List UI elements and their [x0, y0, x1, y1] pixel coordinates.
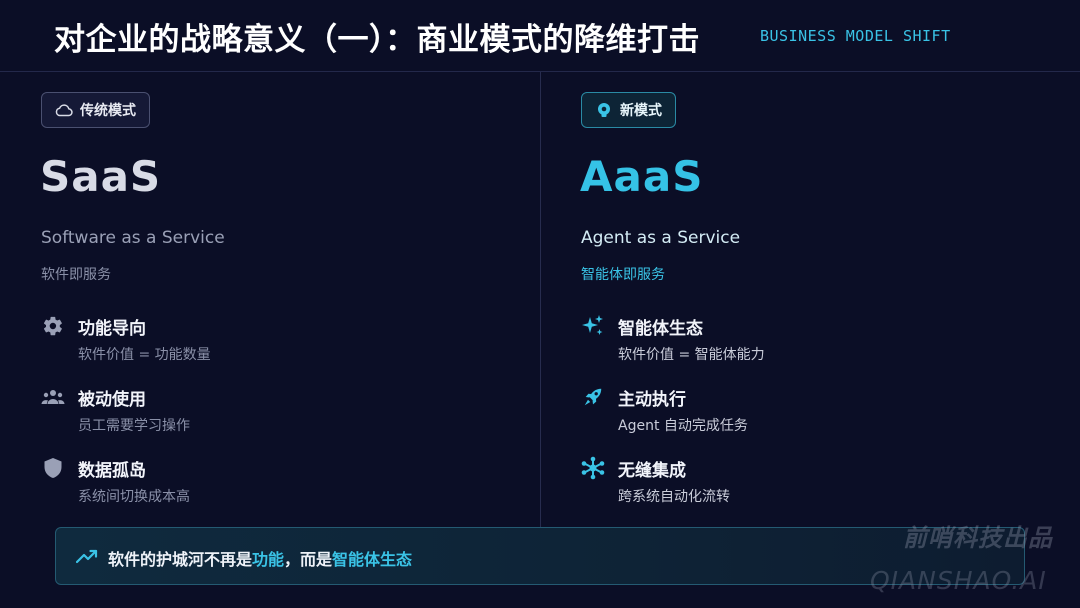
- conclusion-highlight: 智能体生态: [332, 550, 413, 569]
- column-divider: [540, 72, 541, 527]
- feature-description: 软件价值 = 功能数量: [78, 347, 211, 363]
- trend-up-icon: [75, 547, 98, 565]
- feature-item: 被动使用 员工需要学习操作: [41, 385, 481, 445]
- gear-icon: [41, 314, 65, 338]
- traditional-model-tag: 传统模式: [41, 92, 150, 128]
- users-icon: [41, 385, 65, 409]
- feature-description: 员工需要学习操作: [78, 418, 190, 434]
- conclusion-text-part: 软件的护城河不再是: [108, 550, 253, 569]
- header: 对企业的战略意义（一）：商业模式的降维打击 BUSINESS MODEL SHI…: [0, 0, 1080, 72]
- conclusion-text: 软件的护城河不再是功能，而是智能体生态: [108, 546, 412, 570]
- conclusion-highlight: 功能: [252, 550, 285, 569]
- feature-item: 主动执行 Agent 自动完成任务: [581, 385, 1021, 445]
- feature-description: Agent 自动完成任务: [618, 418, 748, 434]
- cloud-icon: [54, 102, 74, 118]
- aaas-english-name: Agent as a Service: [581, 228, 741, 248]
- slide: 对企业的战略意义（一）：商业模式的降维打击 BUSINESS MODEL SHI…: [0, 0, 1080, 608]
- new-model-tag: 新模式: [581, 92, 676, 128]
- page-title: 对企业的战略意义（一）：商业模式的降维打击: [54, 22, 700, 58]
- saas-heading: SaaS: [40, 152, 162, 201]
- shield-icon: [41, 456, 65, 480]
- tag-label: 传统模式: [80, 103, 136, 119]
- feature-item: 智能体生态 软件价值 = 智能体能力: [581, 314, 1021, 374]
- feature-description: 软件价值 = 智能体能力: [618, 347, 765, 363]
- page-subtitle-en: BUSINESS MODEL SHIFT: [760, 27, 951, 45]
- tag-label: 新模式: [620, 103, 662, 119]
- aaas-heading: AaaS: [580, 152, 704, 201]
- sparkles-icon: [581, 314, 605, 338]
- feature-title: 数据孤岛: [78, 461, 146, 481]
- feature-description: 系统间切换成本高: [78, 489, 190, 505]
- saas-english-name: Software as a Service: [41, 228, 225, 248]
- watermark-brand-cn: 前哨科技出品: [903, 524, 1053, 552]
- feature-item: 无缝集成 跨系统自动化流转: [581, 456, 1021, 516]
- feature-title: 功能导向: [78, 319, 146, 339]
- feature-title: 主动执行: [618, 390, 686, 410]
- feature-title: 无缝集成: [618, 461, 686, 481]
- saas-chinese-name: 软件即服务: [41, 267, 111, 283]
- watermark-brand-en: QIANSHAO.AI: [870, 566, 1047, 595]
- aaas-chinese-name: 智能体即服务: [581, 267, 665, 283]
- feature-title: 智能体生态: [618, 319, 703, 339]
- brain-icon: [594, 102, 614, 118]
- rocket-icon: [581, 385, 605, 409]
- feature-title: 被动使用: [78, 390, 146, 410]
- feature-item: 功能导向 软件价值 = 功能数量: [41, 314, 481, 374]
- conclusion-text-part: ，而是: [284, 550, 333, 569]
- network-icon: [581, 456, 605, 480]
- feature-description: 跨系统自动化流转: [618, 489, 730, 505]
- feature-item: 数据孤岛 系统间切换成本高: [41, 456, 481, 516]
